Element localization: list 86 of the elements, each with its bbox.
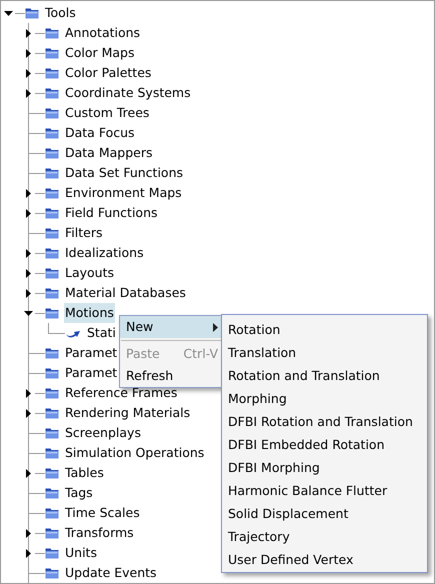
expand-arrow-icon[interactable] (24, 528, 32, 538)
tree-item[interactable]: Simulation Operations (64, 443, 206, 463)
folder-icon (45, 387, 59, 399)
folder-icon (45, 267, 59, 279)
menu-item[interactable]: Translation (222, 341, 427, 364)
collapse-arrow-icon[interactable] (24, 308, 32, 318)
folder-icon (45, 67, 59, 79)
menu-item[interactable]: New (120, 316, 222, 338)
folder-icon (45, 207, 59, 219)
tree-item[interactable]: Layouts (64, 263, 116, 283)
menu-item[interactable]: Trajectory (222, 525, 427, 548)
expand-arrow-icon[interactable] (24, 288, 32, 298)
expand-arrow-icon[interactable] (24, 548, 32, 558)
collapse-arrow-icon[interactable] (4, 8, 12, 18)
folder-icon (45, 87, 59, 99)
folder-icon (45, 47, 59, 59)
tree-item[interactable]: Tools (44, 3, 77, 23)
menu-item[interactable]: Refresh (120, 365, 222, 387)
tree-item[interactable]: Tags (64, 483, 94, 503)
tree-item[interactable]: Transforms (64, 523, 135, 543)
folder-icon (45, 507, 59, 519)
folder-icon (45, 427, 59, 439)
folder-icon (45, 307, 59, 319)
expand-arrow-icon[interactable] (24, 188, 32, 198)
folder-icon (45, 167, 59, 179)
tree-item[interactable]: Paramet (64, 363, 118, 383)
tree-item[interactable]: Color Maps (64, 43, 136, 63)
folder-icon (45, 247, 59, 259)
expand-arrow-icon[interactable] (24, 28, 32, 38)
expand-arrow-icon[interactable] (24, 208, 32, 218)
folder-icon (45, 107, 59, 119)
folder-icon (45, 347, 59, 359)
menu-item[interactable]: Rotation (222, 318, 427, 341)
tree-item[interactable]: Update Events (64, 563, 158, 583)
folder-icon (45, 147, 59, 159)
folder-icon (45, 547, 59, 559)
folder-icon (45, 447, 59, 459)
folder-icon (45, 407, 59, 419)
folder-icon (45, 127, 59, 139)
tree-item[interactable]: Units (64, 543, 98, 563)
folder-icon (45, 287, 59, 299)
menu-item[interactable]: User Defined Vertex (222, 548, 427, 571)
folder-icon (25, 7, 39, 19)
tree-item[interactable]: Motions (64, 303, 115, 323)
tree-item[interactable]: Screenplays (64, 423, 142, 443)
tree-item[interactable]: Coordinate Systems (64, 83, 192, 103)
menu-item[interactable]: DFBI Embedded Rotation (222, 433, 427, 456)
menu-item[interactable]: Rotation and Translation (222, 364, 427, 387)
tree-item[interactable]: Custom Trees (64, 103, 150, 123)
expand-arrow-icon[interactable] (24, 408, 32, 418)
folder-icon (45, 527, 59, 539)
tree-item[interactable]: Idealizations (64, 243, 145, 263)
folder-icon (45, 227, 59, 239)
folder-icon (45, 367, 59, 379)
folder-icon (45, 187, 59, 199)
expand-arrow-icon[interactable] (24, 48, 32, 58)
expand-arrow-icon[interactable] (24, 68, 32, 78)
folder-icon (45, 27, 59, 39)
tree-item[interactable]: Annotations (64, 23, 142, 43)
tree-item[interactable]: Material Databases (64, 283, 187, 303)
menu-item[interactable]: Solid Displacement (222, 502, 427, 525)
menu-item[interactable]: DFBI Rotation and Translation (222, 410, 427, 433)
tree-item[interactable]: Stati (86, 323, 117, 343)
tree-item[interactable]: Data Set Functions (64, 163, 184, 183)
tree-item[interactable]: Time Scales (64, 503, 141, 523)
tree-item[interactable]: Field Functions (64, 203, 159, 223)
tree-item[interactable]: Data Mappers (64, 143, 154, 163)
tree-item[interactable]: Paramet (64, 343, 118, 363)
submenu-arrow-icon (213, 322, 218, 332)
expand-arrow-icon[interactable] (24, 88, 32, 98)
tree-item[interactable]: Rendering Materials (64, 403, 192, 423)
menu-item[interactable]: Morphing (222, 387, 427, 410)
tree-item[interactable]: Tables (64, 463, 105, 483)
expand-arrow-icon[interactable] (24, 388, 32, 398)
folder-icon (45, 467, 59, 479)
tree-item[interactable]: Filters (64, 223, 104, 243)
folder-icon (45, 487, 59, 499)
tree-item[interactable]: Color Palettes (64, 63, 152, 83)
menu-item[interactable]: DFBI Morphing (222, 456, 427, 479)
tree-item[interactable]: Data Focus (64, 123, 136, 143)
expand-arrow-icon[interactable] (24, 268, 32, 278)
expand-arrow-icon[interactable] (24, 248, 32, 258)
tree-item[interactable]: Environment Maps (64, 183, 183, 203)
expand-arrow-icon[interactable] (24, 468, 32, 478)
folder-icon (45, 567, 59, 579)
menu-item[interactable]: Harmonic Balance Flutter (222, 479, 427, 502)
